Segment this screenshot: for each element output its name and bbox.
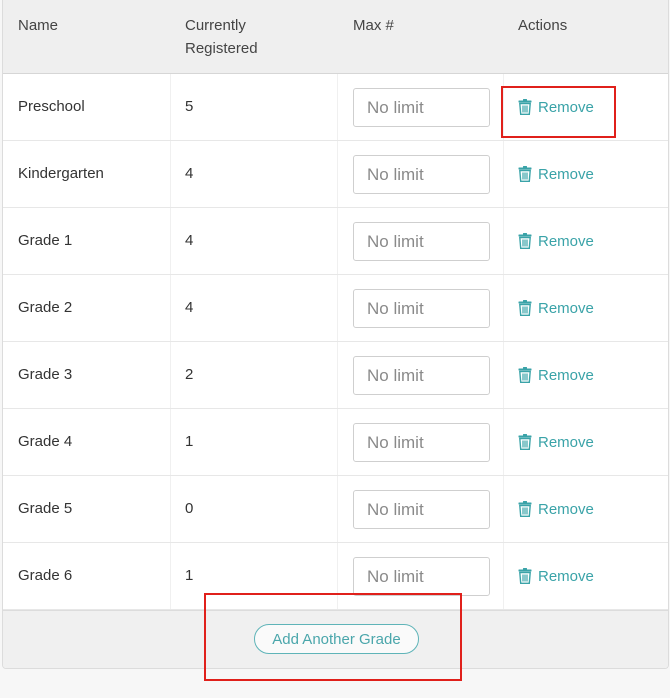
registered-count: 2 (185, 366, 194, 383)
column-header-max: Max # (353, 17, 394, 34)
column-header-name: Name (18, 17, 59, 34)
remove-label: Remove (538, 299, 594, 317)
trash-icon (518, 300, 538, 316)
max-limit-input[interactable] (353, 222, 490, 261)
trash-icon (518, 166, 538, 182)
trash-icon (518, 501, 538, 517)
add-grade-button[interactable]: Add Another Grade (254, 624, 419, 654)
remove-button[interactable]: Remove (518, 342, 594, 408)
remove-label: Remove (538, 433, 594, 451)
table-body: Preschool5RemoveKindergarten4RemoveGrade… (3, 74, 668, 610)
remove-button[interactable]: Remove (518, 208, 594, 274)
table-header: Name Currently Registered Max # Actions (3, 0, 668, 74)
grades-table: Name Currently Registered Max # Actions … (2, 0, 669, 669)
max-limit-input[interactable] (353, 557, 490, 596)
trash-icon (518, 568, 538, 584)
table-row: Grade 4 1 Remove (3, 409, 668, 476)
table-row: Kindergarten 4 Remove (3, 141, 668, 208)
remove-label: Remove (538, 165, 594, 183)
remove-button[interactable]: Remove (518, 74, 594, 140)
grade-name: Grade 6 (18, 567, 73, 584)
remove-label: Remove (538, 567, 594, 585)
registered-count: 4 (185, 165, 194, 182)
table-footer: Add Another Grade (3, 610, 668, 668)
trash-icon (518, 233, 538, 249)
column-header-registered: Currently Registered (185, 17, 258, 57)
table-row: Grade 1 4 Remove (3, 208, 668, 275)
registered-count: 0 (185, 500, 194, 517)
max-limit-input[interactable] (353, 155, 490, 194)
remove-button[interactable]: Remove (518, 409, 594, 475)
registered-count: 5 (185, 98, 194, 115)
remove-label: Remove (538, 500, 594, 518)
max-limit-input[interactable] (353, 356, 490, 395)
table-row: Grade 6 1 Remove (3, 543, 668, 610)
max-limit-input[interactable] (353, 423, 490, 462)
grade-name: Grade 3 (18, 366, 73, 383)
remove-label: Remove (538, 366, 594, 384)
max-limit-input[interactable] (353, 490, 490, 529)
grade-name: Grade 5 (18, 500, 73, 517)
remove-button[interactable]: Remove (518, 476, 594, 542)
grade-name: Preschool (18, 98, 85, 115)
registered-count: 4 (185, 299, 194, 316)
max-limit-input[interactable] (353, 289, 490, 328)
table-row: Preschool 5 Remove (3, 74, 668, 141)
max-limit-input[interactable] (353, 88, 490, 127)
grade-name: Grade 2 (18, 299, 73, 316)
table-row: Grade 3 2 Remove (3, 342, 668, 409)
remove-label: Remove (538, 98, 594, 116)
grade-name: Grade 1 (18, 232, 73, 249)
registered-count: 4 (185, 232, 194, 249)
remove-label: Remove (538, 232, 594, 250)
column-header-actions: Actions (518, 17, 568, 34)
remove-button[interactable]: Remove (518, 275, 594, 341)
registered-count: 1 (185, 433, 194, 450)
table-row: Grade 2 4 Remove (3, 275, 668, 342)
trash-icon (518, 367, 538, 383)
registered-count: 1 (185, 567, 194, 584)
trash-icon (518, 99, 538, 115)
trash-icon (518, 434, 538, 450)
table-row: Grade 5 0 Remove (3, 476, 668, 543)
remove-button[interactable]: Remove (518, 141, 594, 207)
remove-button[interactable]: Remove (518, 543, 594, 609)
grade-name: Grade 4 (18, 433, 73, 450)
grade-name: Kindergarten (18, 165, 104, 182)
